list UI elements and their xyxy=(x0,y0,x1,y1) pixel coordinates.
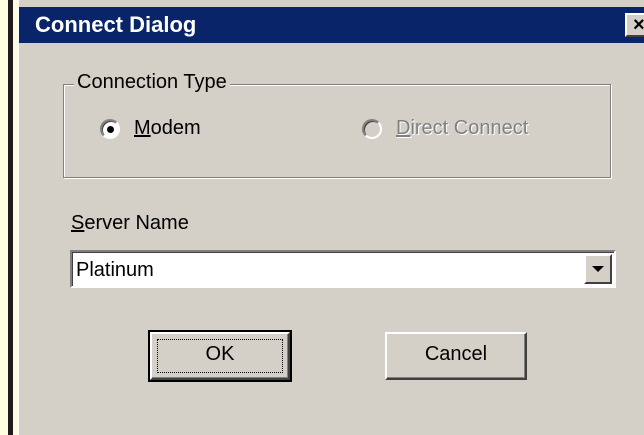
server-name-label-rest: erver Name xyxy=(84,212,189,234)
modem-accel: M xyxy=(134,117,151,139)
dropdown-button[interactable] xyxy=(584,254,612,284)
ok-button[interactable]: OK xyxy=(148,330,292,382)
close-button[interactable]: × xyxy=(625,13,644,37)
chevron-down-icon xyxy=(592,266,604,272)
cancel-label: Cancel xyxy=(424,343,488,365)
window-edge xyxy=(8,0,13,435)
modem-label: Modem xyxy=(134,115,201,141)
radio-unchecked-icon xyxy=(362,119,382,139)
connection-type-group: Connection Type Modem Direct Connect xyxy=(63,69,611,178)
radio-dot-icon xyxy=(107,126,114,133)
direct-connect-label-rest: irect Connect xyxy=(410,117,529,139)
server-name-label: Server Name xyxy=(71,210,189,236)
server-name-accel: S xyxy=(71,212,85,234)
title-bar[interactable]: Connect Dialog × xyxy=(19,7,644,43)
modem-label-rest: odem xyxy=(150,117,201,139)
close-icon: × xyxy=(633,14,644,36)
connect-dialog: Connect Dialog × Connection Type Modem D… xyxy=(18,0,644,435)
connection-type-legend: Connection Type xyxy=(74,69,230,95)
ok-label: OK xyxy=(205,343,235,365)
dialog-title: Connect Dialog xyxy=(35,12,197,37)
cancel-button[interactable]: Cancel xyxy=(385,332,527,380)
direct-connect-accel: D xyxy=(396,117,411,139)
server-name-combobox[interactable]: Platinum xyxy=(70,250,616,288)
direct-connect-label: Direct Connect xyxy=(396,115,528,141)
radio-checked-icon xyxy=(100,119,120,139)
server-name-value: Platinum xyxy=(76,259,154,281)
